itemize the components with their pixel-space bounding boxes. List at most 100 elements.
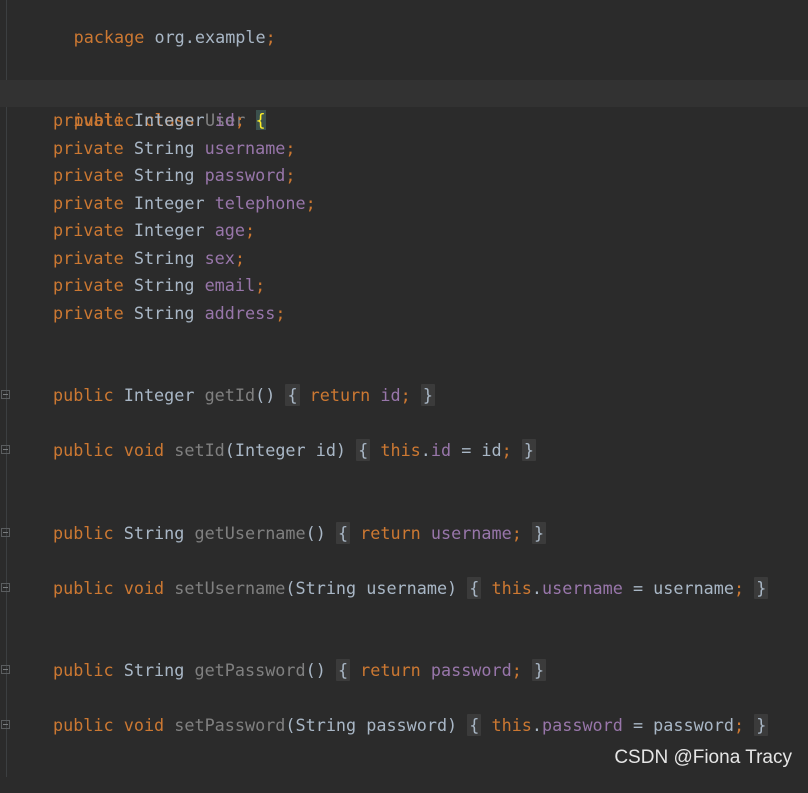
semicolon: ; [501, 439, 512, 460]
method-parens: () [255, 384, 276, 405]
semicolon: ; [511, 659, 522, 680]
field-type: String [133, 247, 195, 268]
field-name: password [204, 165, 286, 185]
method-name: getUsername [194, 522, 306, 543]
folded-close-brace[interactable]: } [531, 658, 547, 681]
keyword-public: public [53, 659, 114, 680]
watermark: CSDN @Fiona Tracy [614, 747, 792, 768]
semicolon: ; [265, 27, 276, 47]
keyword-public: public [53, 714, 114, 735]
folded-close-brace[interactable]: } [521, 438, 536, 461]
folded-close-brace[interactable]: } [420, 383, 435, 406]
keyword-private: private [53, 137, 124, 158]
keyword-private: private [53, 302, 124, 323]
field-line[interactable]: private String password; [0, 162, 808, 189]
keyword-return: return [309, 384, 371, 405]
method-params: (String password) [285, 714, 458, 735]
method-line-setPassword[interactable]: public void setPassword(String password)… [0, 712, 808, 739]
field-type: Integer [133, 110, 205, 130]
code-editor[interactable]: package org.example; public class User {… [0, 0, 808, 777]
method-line-getId[interactable]: public Integer getId() { return id; } [0, 382, 808, 409]
dot: . [531, 577, 543, 598]
keyword-private: private [53, 247, 124, 268]
keyword-return: return [360, 522, 421, 543]
keyword-private: private [53, 220, 124, 240]
assignment: = username [622, 577, 734, 598]
dot: . [531, 714, 543, 735]
field-ref: id [380, 384, 401, 405]
field-line[interactable]: private String sex; [0, 245, 808, 272]
keyword-private: private [53, 275, 124, 295]
semicolon: ; [734, 714, 745, 735]
method-line-getPassword[interactable]: public String getPassword() { return pas… [0, 657, 808, 684]
field-name: sex [204, 247, 235, 268]
folded-open-brace[interactable]: { [467, 576, 482, 599]
field-name: address [204, 302, 276, 323]
semicolon: ; [285, 165, 296, 185]
package-name: org.example [154, 27, 266, 47]
field-type: String [133, 165, 195, 185]
assignment: = password [622, 714, 734, 735]
folded-open-brace[interactable]: { [335, 521, 351, 544]
method-parens: () [305, 659, 326, 680]
semicolon: ; [285, 137, 296, 158]
return-type: String [123, 522, 185, 543]
field-ref: username [430, 522, 512, 543]
code-line-class-declaration[interactable]: public class User { [0, 80, 808, 130]
semicolon: ; [734, 577, 745, 598]
return-type: String [123, 659, 185, 680]
field-name: telephone [214, 192, 306, 213]
keyword-this: this [380, 439, 421, 460]
keyword-this: this [491, 714, 532, 735]
semicolon: ; [234, 110, 246, 130]
field-line[interactable]: private Integer telephone; [0, 190, 808, 217]
keyword-void: void [123, 714, 165, 735]
keyword-void: void [123, 439, 165, 460]
method-name: setId [174, 439, 225, 460]
keyword-private: private [53, 192, 124, 213]
folded-close-brace[interactable]: } [754, 576, 769, 599]
method-params: (Integer id) [224, 439, 347, 460]
field-ref: username [542, 577, 623, 598]
semicolon: ; [305, 192, 316, 213]
field-ref: password [542, 714, 623, 735]
keyword-private: private [53, 110, 124, 130]
field-line[interactable]: private String email; [0, 272, 808, 299]
folded-close-brace[interactable]: } [754, 713, 769, 736]
field-line[interactable]: private Integer id; [0, 107, 808, 134]
field-type: String [133, 275, 195, 295]
keyword-public: public [53, 384, 114, 405]
folded-close-brace[interactable]: } [531, 521, 547, 544]
return-type: Integer [123, 384, 195, 405]
code-line-package[interactable]: package org.example; [0, 0, 808, 47]
assignment: = id [451, 439, 502, 460]
dot: . [420, 439, 431, 460]
field-type: Integer [133, 220, 205, 240]
folded-open-brace[interactable]: { [335, 658, 351, 681]
field-ref: id [430, 439, 452, 460]
field-type: Integer [133, 192, 205, 213]
field-name: id [214, 110, 235, 130]
semicolon: ; [255, 275, 266, 295]
method-line-getUsername[interactable]: public String getUsername() { return use… [0, 520, 808, 547]
folded-open-brace[interactable]: { [285, 383, 300, 406]
method-name: setPassword [174, 714, 286, 735]
method-name: getPassword [194, 659, 306, 680]
method-line-setId[interactable]: public void setId(Integer id) { this.id … [0, 437, 808, 464]
keyword-public: public [53, 522, 114, 543]
semicolon: ; [400, 384, 411, 405]
field-line[interactable]: private Integer age; [0, 217, 808, 244]
method-name: getId [204, 384, 256, 405]
keyword-package: package [73, 27, 145, 47]
folded-open-brace[interactable]: { [356, 438, 371, 461]
method-params: (String username) [285, 577, 458, 598]
semicolon: ; [234, 247, 245, 268]
method-line-setUsername[interactable]: public void setUsername(String username)… [0, 575, 808, 602]
field-line[interactable]: private String address; [0, 300, 808, 327]
field-line[interactable]: private String username; [0, 135, 808, 162]
semicolon: ; [245, 220, 256, 240]
field-name: age [214, 220, 245, 240]
folded-open-brace[interactable]: { [467, 713, 482, 736]
keyword-this: this [491, 577, 532, 598]
field-type: String [133, 302, 195, 323]
